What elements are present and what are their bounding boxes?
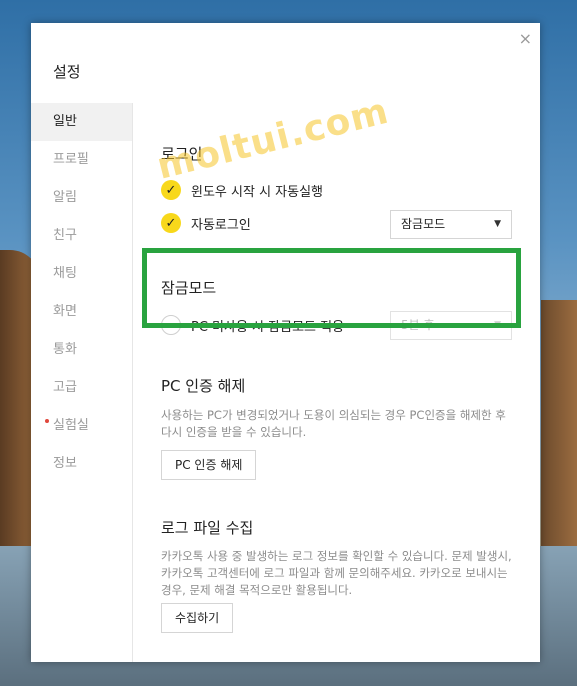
sidebar-item-profile[interactable]: 프로필 <box>31 141 132 179</box>
sidebar: 일반 프로필 알림 친구 채팅 화면 통화 고급 실험실 정보 <box>31 103 133 662</box>
sidebar-item-label: 친구 <box>53 228 77 243</box>
sidebar-item-label: 정보 <box>53 456 77 471</box>
pc-auth-heading: PC 인증 해제 <box>161 377 246 395</box>
checkmark-icon[interactable]: ✓ <box>161 213 181 233</box>
settings-content: 로그인 ✓ 윈도우 시작 시 자동실행 ✓ 자동로그인 잠금모드 ▼ 잠금모드 … <box>132 103 540 662</box>
sidebar-item-label: 알림 <box>53 190 77 205</box>
new-badge-dot <box>45 419 49 423</box>
auto-login-label: 자동로그인 <box>191 217 251 233</box>
background-rock-right <box>541 300 577 580</box>
auto-login-option[interactable]: ✓ 자동로그인 <box>161 213 251 233</box>
sidebar-item-label: 화면 <box>53 304 77 319</box>
sidebar-item-general[interactable]: 일반 <box>31 103 132 141</box>
sidebar-item-calls[interactable]: 통화 <box>31 331 132 369</box>
sidebar-item-label: 실험실 <box>53 418 89 433</box>
log-heading: 로그 파일 수집 <box>161 519 254 537</box>
pc-auth-release-button[interactable]: PC 인증 해제 <box>161 450 257 480</box>
sidebar-item-notifications[interactable]: 알림 <box>31 179 132 217</box>
sidebar-item-label: 일반 <box>53 114 77 129</box>
sidebar-item-chat[interactable]: 채팅 <box>31 255 132 293</box>
pc-auth-description: 사용하는 PC가 변경되었거나 도용이 의심되는 경우 PC인증을 해제한 후 … <box>161 408 506 439</box>
login-mode-select[interactable]: 잠금모드 ▼ <box>390 210 512 239</box>
sidebar-item-advanced[interactable]: 고급 <box>31 369 132 407</box>
login-mode-value: 잠금모드 <box>401 217 446 231</box>
log-description: 카카오톡 사용 중 발생하는 로그 정보를 확인할 수 있습니다. 문제 발생시… <box>161 549 512 597</box>
collect-log-button[interactable]: 수집하기 <box>161 603 234 633</box>
window-title: 설정 <box>53 63 81 81</box>
auto-start-option[interactable]: ✓ 윈도우 시작 시 자동실행 <box>161 180 323 200</box>
sidebar-item-label: 고급 <box>53 380 77 395</box>
sidebar-item-label: 통화 <box>53 342 77 357</box>
sidebar-item-label: 프로필 <box>53 152 89 167</box>
close-icon[interactable]: × <box>519 29 532 48</box>
sidebar-item-label: 채팅 <box>53 266 77 281</box>
sidebar-item-info[interactable]: 정보 <box>31 445 132 483</box>
auto-start-label: 윈도우 시작 시 자동실행 <box>191 184 323 200</box>
chevron-down-icon: ▼ <box>494 219 501 229</box>
highlight-box <box>142 248 521 328</box>
sidebar-item-labs[interactable]: 실험실 <box>31 407 132 445</box>
sidebar-item-friends[interactable]: 친구 <box>31 217 132 255</box>
sidebar-item-display[interactable]: 화면 <box>31 293 132 331</box>
